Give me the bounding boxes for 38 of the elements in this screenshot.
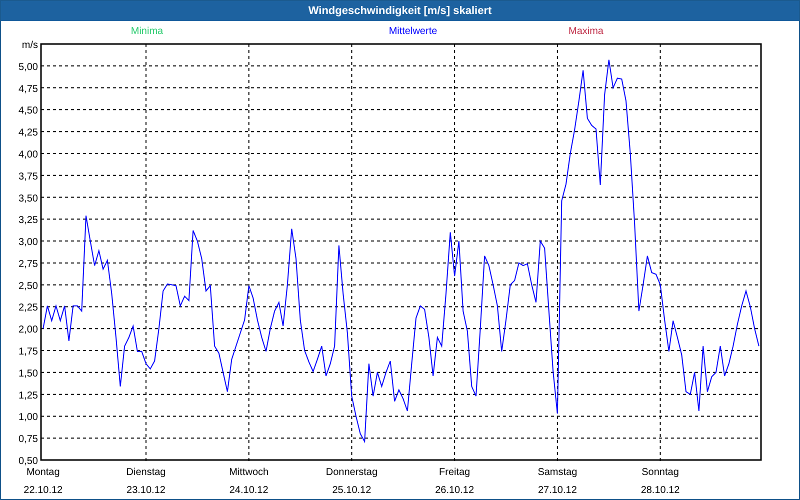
y-axis-unit: m/s bbox=[22, 40, 38, 51]
date-label: 25.10.12 bbox=[332, 485, 372, 496]
date-label: 23.10.12 bbox=[126, 485, 166, 496]
date-label: 27.10.12 bbox=[538, 485, 577, 496]
day-label: Montag bbox=[26, 467, 60, 478]
y-axis-label: 3,75 bbox=[18, 171, 38, 182]
y-axis-label: 3,50 bbox=[18, 193, 38, 204]
legend-label: Mittelwerte bbox=[388, 26, 438, 37]
y-axis-label: 2,25 bbox=[18, 302, 38, 314]
y-axis-label: 4,75 bbox=[18, 84, 38, 95]
y-axis-label: 4,50 bbox=[18, 106, 38, 117]
date-label: 24.10.12 bbox=[229, 485, 268, 496]
window-title: Windgeschwindigkeit [m/s] skaliert bbox=[308, 5, 492, 17]
y-axis-label: 2,50 bbox=[18, 280, 38, 292]
date-label: 22.10.12 bbox=[24, 485, 63, 496]
y-axis-label: 1,75 bbox=[18, 346, 38, 358]
date-label: 26.10.12 bbox=[435, 485, 474, 496]
y-axis-label: 4,00 bbox=[18, 149, 38, 160]
y-axis-label: 3,00 bbox=[18, 237, 38, 248]
day-label: Samstag bbox=[538, 467, 578, 478]
y-axis-label: 2,75 bbox=[18, 258, 38, 270]
date-label: 28.10.12 bbox=[640, 485, 680, 496]
y-axis-label: 2,00 bbox=[18, 324, 38, 336]
y-axis-label: 1,00 bbox=[18, 412, 38, 424]
day-label: Freitag bbox=[439, 467, 470, 478]
day-label: Dienstag bbox=[126, 467, 166, 478]
y-axis-label: 1,50 bbox=[18, 368, 38, 380]
day-label: Donnerstag bbox=[326, 467, 378, 478]
y-axis-label: 4,25 bbox=[18, 128, 38, 139]
y-axis-label: 0,75 bbox=[18, 434, 38, 446]
day-label: Mittwoch bbox=[229, 467, 269, 478]
y-axis-label: 5,00 bbox=[18, 62, 38, 73]
day-label: Sonntag bbox=[642, 467, 679, 478]
legend-label: Minima bbox=[130, 26, 164, 37]
legend-label: Maxima bbox=[568, 26, 604, 37]
y-axis-label: 1,25 bbox=[18, 390, 38, 402]
y-axis-label: 0,50 bbox=[18, 456, 38, 467]
y-axis-label: 3,25 bbox=[18, 215, 38, 226]
